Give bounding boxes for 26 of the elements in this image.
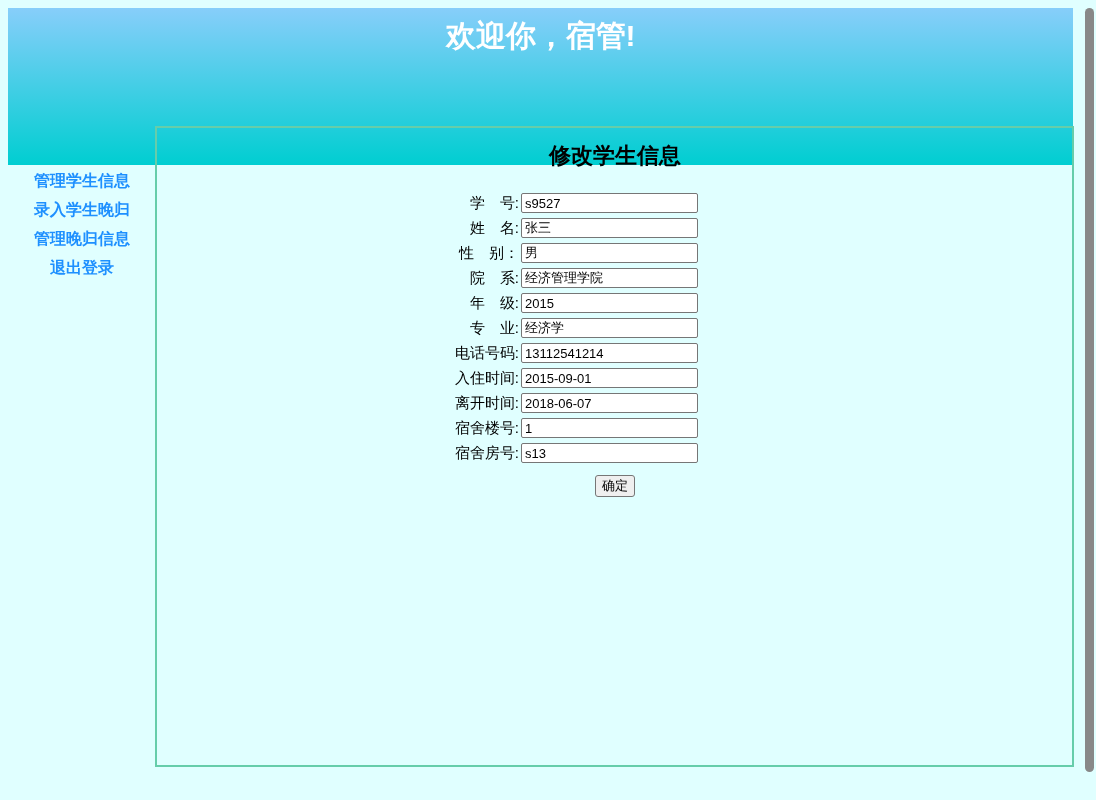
field-label: 姓 名:	[468, 218, 519, 238]
input-field[interactable]: 经济学	[521, 318, 698, 338]
field-label: 专 业:	[468, 318, 519, 338]
field-label: 离开时间:	[453, 393, 519, 413]
input-field[interactable]: 2015	[521, 293, 698, 313]
form-title: 修改学生信息	[548, 142, 681, 170]
input-field[interactable]: 男	[521, 243, 698, 263]
scrollbar-thumb[interactable]	[1085, 8, 1094, 772]
field-label: 宿舍楼号:	[453, 418, 519, 438]
input-field[interactable]: s9527	[521, 193, 698, 213]
field-label: 电话号码:	[453, 343, 519, 363]
submit-button[interactable]: 确定	[594, 475, 635, 497]
welcome-title: 欢迎你，宿管!	[445, 18, 636, 54]
field-label: 性 别：	[457, 243, 519, 263]
input-field[interactable]: 张三	[521, 218, 698, 238]
field-label: 宿舍房号:	[453, 443, 519, 463]
input-field[interactable]: 2018-06-07	[521, 393, 698, 413]
input-field[interactable]: 2015-09-01	[521, 368, 698, 388]
field-label: 年 级:	[468, 293, 519, 313]
input-field[interactable]: s13	[521, 443, 698, 463]
field-label: 学 号:	[468, 193, 519, 213]
input-field[interactable]: 13112541214	[521, 343, 698, 363]
input-field[interactable]: 1	[521, 418, 698, 438]
input-field[interactable]: 经济管理学院	[521, 268, 698, 288]
field-label: 院 系:	[468, 268, 519, 288]
field-label: 入住时间:	[453, 368, 519, 388]
